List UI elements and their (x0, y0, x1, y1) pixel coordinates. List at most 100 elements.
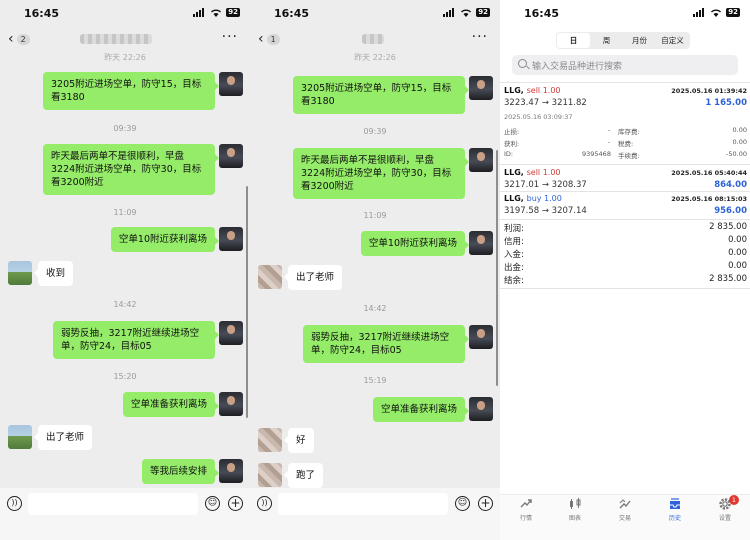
avatar[interactable] (219, 227, 243, 251)
tab-custom[interactable]: 自定义 (656, 33, 689, 48)
wifi-icon (711, 9, 722, 17)
status-time: 16:45 (524, 7, 560, 20)
tab-month[interactable]: 月份 (623, 33, 656, 48)
more-icon[interactable]: ··· (222, 29, 238, 45)
deal-symbol: LLG, sell 1.00 (504, 86, 561, 95)
message-bubble-out[interactable]: 空单10附近获利离场 (110, 227, 220, 252)
symbol-search[interactable]: 输入交易品种进行搜索 (512, 55, 738, 75)
message-bubble-out[interactable]: 弱势反抽，3217附近继续进场空单，防守24，目标05 (303, 325, 469, 363)
message-bubble-out[interactable]: 3205附近进场空单，防守15，目标看3180 (293, 76, 469, 114)
summary-row-withdrawal: 出金: 0.00 (500, 261, 750, 274)
chevron-left-icon: ‹ (8, 31, 14, 47)
message-bubble-out[interactable]: 昨天最后两单不是很顺利，早盘3224附近进场空单，防守30，目标看3200附近 (293, 148, 469, 199)
chat-window-2: 16:45 92 ‹ 1 ··· 昨天 22:26 3205附近进场空单，防守1… (250, 0, 500, 540)
summary-value: 0.00 (728, 235, 747, 245)
back-button[interactable]: ‹ 1 (258, 32, 280, 46)
tax-value: 0.00 (732, 138, 747, 146)
message-bubble-out[interactable]: 弱势反抽，3217附近继续进场空单，防守24，目标05 (53, 321, 219, 359)
avatar[interactable] (469, 76, 493, 100)
chat-header: ‹ 2 ··· (0, 28, 250, 52)
message-input[interactable] (28, 493, 198, 515)
avatar[interactable] (219, 144, 243, 168)
history-icon (670, 498, 680, 509)
deal-row[interactable]: LLG, buy 1.00 2025.05.16 08:15:03 3197.5… (500, 193, 750, 219)
trade-icon (619, 499, 631, 509)
message-bubble-in[interactable]: 好 (284, 428, 314, 453)
message-bubble-out[interactable]: 等我后续安排 (141, 459, 220, 484)
status-icons: 92 (443, 8, 490, 17)
nav-quotes[interactable]: 行情 (506, 497, 546, 522)
summary-row-profit: 利润: 2 835.00 (500, 222, 750, 235)
status-time: 16:45 (24, 7, 60, 20)
message-input[interactable] (278, 493, 448, 515)
deal-time: 2025.05.16 01:39:42 (671, 87, 747, 95)
back-button[interactable]: ‹ 2 (8, 32, 30, 46)
tab-week[interactable]: 周 (590, 33, 623, 48)
status-icons: 92 (693, 8, 740, 17)
message-bubble-in[interactable]: 出了老师 (33, 425, 93, 450)
avatar[interactable] (219, 459, 243, 483)
deal-row[interactable]: LLG, sell 1.00 2025.05.16 05:40:44 3217.… (500, 167, 750, 193)
tax-label: 税费: (618, 140, 634, 148)
emoji-icon[interactable]: ☺ (455, 496, 470, 511)
chevron-left-icon: ‹ (258, 31, 264, 47)
summary-value: 2 835.00 (709, 274, 747, 284)
bottom-nav: 行情 图表 交易 历史 1 设置 (500, 494, 750, 540)
message-bubble-out[interactable]: 3205附近进场空单，防守15，目标看3180 (43, 72, 219, 110)
contact-avatar[interactable] (258, 428, 282, 452)
avatar[interactable] (469, 325, 493, 349)
voice-icon[interactable]: )) (257, 496, 272, 511)
timestamp: 昨天 22:26 (104, 53, 146, 62)
contact-avatar[interactable] (8, 425, 32, 449)
battery-icon: 92 (476, 8, 490, 17)
contact-avatar[interactable] (258, 463, 282, 487)
summary-row-balance: 结余: 2 835.00 (500, 274, 750, 287)
chat-window-1: 16:45 92 ‹ 2 ··· 昨天 22:26 3205附近进场空单，防守1… (0, 0, 250, 540)
avatar[interactable] (469, 231, 493, 255)
status-time: 16:45 (274, 7, 310, 20)
deal-side: buy 1.00 (526, 194, 562, 203)
nav-settings[interactable]: 1 设置 (705, 495, 745, 522)
timestamp: 14:42 (363, 304, 387, 313)
deal-time: 2025.05.16 08:15:03 (671, 195, 747, 203)
avatar[interactable] (469, 397, 493, 421)
timestamp: 11:09 (363, 211, 387, 220)
plus-icon[interactable]: + (478, 496, 493, 511)
summary-label: 出金: (504, 263, 524, 273)
timestamp: 昨天 22:26 (354, 53, 396, 62)
avatar[interactable] (469, 148, 493, 172)
nav-trade[interactable]: 交易 (605, 497, 645, 522)
message-bubble-in[interactable]: 收到 (33, 261, 74, 286)
deal-profit: 956.00 (714, 206, 747, 216)
more-icon[interactable]: ··· (472, 29, 488, 45)
plus-icon[interactable]: + (228, 496, 243, 511)
tab-day[interactable]: 日 (557, 33, 590, 48)
unread-badge: 1 (266, 33, 280, 45)
deal-side: sell 1.00 (526, 168, 561, 177)
emoji-icon[interactable]: ☺ (205, 496, 220, 511)
scrollbar[interactable] (496, 150, 498, 386)
contact-avatar[interactable] (258, 265, 282, 289)
nav-chart[interactable]: 图表 (555, 497, 595, 522)
message-bubble-in[interactable]: 跑了 (283, 463, 324, 488)
commission-label: 手续费: (618, 152, 640, 160)
avatar[interactable] (219, 321, 243, 345)
unread-badge: 2 (16, 33, 30, 45)
message-bubble-out[interactable]: 昨天最后两单不是很顺利，早盘3224附近进场空单，防守30，目标看3200附近 (43, 144, 219, 195)
timestamp: 09:39 (113, 124, 137, 133)
avatar[interactable] (219, 392, 243, 416)
avatar[interactable] (219, 72, 243, 96)
message-bubble-out[interactable]: 空单10附近获利离场 (360, 231, 470, 256)
message-bubble-out[interactable]: 空单准备获利离场 (372, 397, 470, 422)
contact-avatar[interactable] (8, 261, 32, 285)
nav-history[interactable]: 历史 (655, 497, 695, 522)
summary-value: 0.00 (728, 261, 747, 271)
chart-icon (570, 498, 581, 509)
message-bubble-in[interactable]: 出了老师 (283, 265, 343, 290)
message-bubble-out[interactable]: 空单准备获利离场 (122, 392, 220, 417)
nav-label: 行情 (519, 515, 532, 522)
deal-row[interactable]: LLG, sell 1.00 2025.05.16 01:39:42 3223.… (500, 85, 750, 165)
scrollbar[interactable] (246, 186, 248, 418)
summary-label: 结余: (504, 276, 524, 286)
voice-icon[interactable]: )) (7, 496, 22, 511)
